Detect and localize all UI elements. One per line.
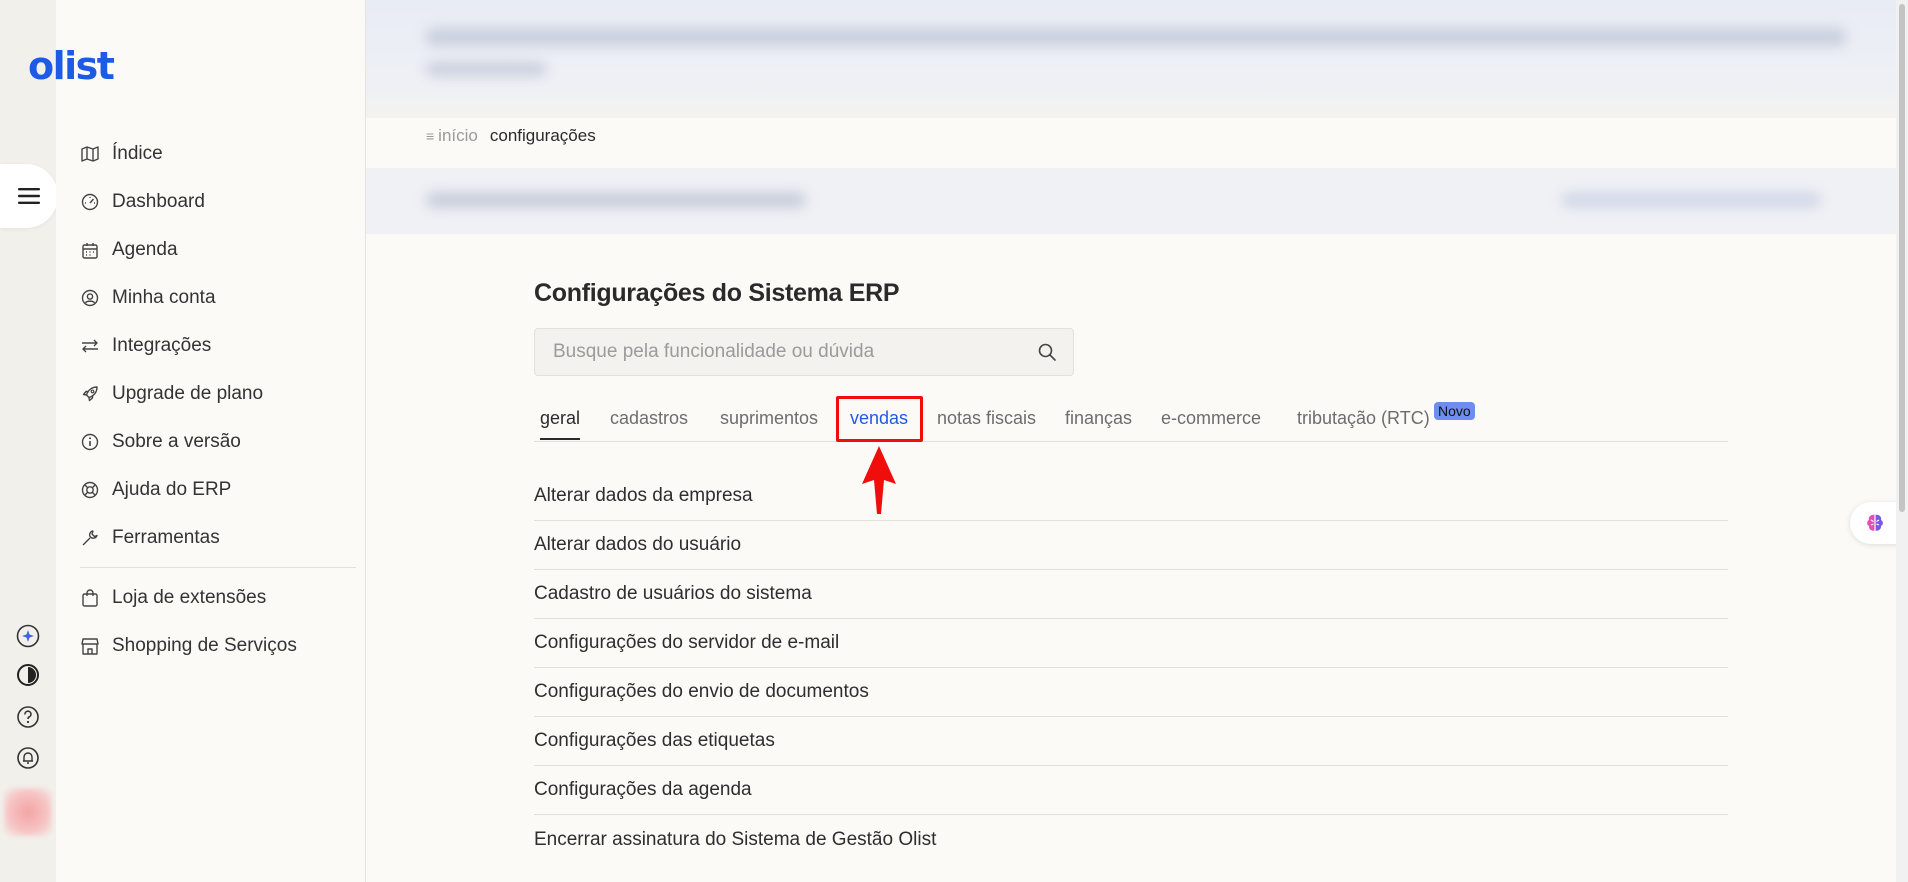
bell-icon[interactable] [16,746,40,770]
tab-e-commerce[interactable]: e-commerce [1161,408,1261,440]
blurred-subheader [366,168,1908,234]
ai-sparkle-icon[interactable] [16,624,40,648]
brain-icon [1867,514,1883,531]
list-item[interactable]: Encerrar assinatura do Sistema de Gestão… [534,815,1728,864]
settings-list: Alterar dados da empresa Alterar dados d… [534,472,1728,864]
top-banner [366,0,1908,118]
help-icon[interactable] [16,705,40,729]
avatar[interactable] [4,788,52,836]
sidebar-item-label: Agenda [112,239,178,260]
sidebar-item-label: Loja de extensões [112,587,267,608]
calendar-icon [80,240,100,260]
sidebar-item-label: Sobre a versão [112,431,241,452]
tab-tributacao[interactable]: tributação (RTC) [1297,408,1430,440]
sidebar-item-shopping-servicos[interactable]: Shopping de Serviços [80,622,350,670]
sidebar-item-minha-conta[interactable]: Minha conta [80,274,350,322]
tab-cadastros[interactable]: cadastros [610,408,688,440]
sidebar-item-upgrade[interactable]: Upgrade de plano [80,370,350,418]
map-icon [80,144,100,164]
list-item[interactable]: Configurações das etiquetas [534,717,1728,766]
blurred-banner-text [426,28,1846,46]
sidebar-divider [80,567,356,568]
sidebar-item-label: Upgrade de plano [112,383,264,404]
list-item[interactable]: Alterar dados da empresa [534,472,1728,521]
search-box [534,328,1074,376]
search-input[interactable] [553,329,1023,375]
list-item[interactable]: Configurações da agenda [534,766,1728,815]
sidebar-item-loja-extensoes[interactable]: Loja de extensões [80,574,350,622]
sidebar-item-ajuda[interactable]: Ajuda do ERP [80,466,350,514]
lifebuoy-icon [80,480,100,500]
contrast-icon[interactable] [16,663,40,687]
blurred-subheader-actions [1561,192,1821,208]
settings-tabs: geral cadastros suprimentos vendas notas… [534,398,1728,442]
user-circle-icon [80,288,100,308]
sidebar-item-label: Shopping de Serviços [112,635,297,656]
highlight-box [836,396,923,442]
sidebar-item-dashboard[interactable]: Dashboard [80,178,350,226]
rocket-icon [80,384,100,404]
olist-logo[interactable]: olist [28,44,115,88]
tab-suprimentos[interactable]: suprimentos [720,408,818,440]
sidebar-item-ferramentas[interactable]: Ferramentas [80,514,350,562]
list-item[interactable]: Configurações do envio de documentos [534,668,1728,717]
tab-financas[interactable]: finanças [1065,408,1132,440]
bag-icon [80,588,100,608]
wrench-icon [80,528,100,548]
new-badge: Novo [1434,402,1475,420]
menu-toggle-button[interactable] [0,164,58,228]
sidebar-item-label: Minha conta [112,287,216,308]
breadcrumb-menu-icon: ≡ [426,128,435,144]
sidebar-item-integracoes[interactable]: Integrações [80,322,350,370]
tab-notas-fiscais[interactable]: notas fiscais [937,408,1036,440]
blurred-banner-text [426,62,546,76]
breadcrumb-current: configurações [489,126,596,145]
info-icon [80,432,100,452]
sidebar: olist Índice Dashboard Agenda Minha cont… [28,0,366,882]
hamburger-icon [18,188,40,204]
store-icon [80,636,100,656]
search-icon[interactable] [1037,342,1057,362]
page-scrollbar[interactable] [1896,0,1908,882]
sidebar-item-indice[interactable]: Índice [80,130,350,178]
sidebar-item-agenda[interactable]: Agenda [80,226,350,274]
list-item[interactable]: Configurações do servidor de e-mail [534,619,1728,668]
arrows-icon [80,336,100,356]
breadcrumb-home-link[interactable]: início [438,126,478,146]
sidebar-item-label: Índice [112,143,163,164]
sidebar-item-sobre[interactable]: Sobre a versão [80,418,350,466]
page-title: Configurações do Sistema ERP [534,279,900,307]
gauge-icon [80,192,100,212]
sidebar-item-label: Ferramentas [112,527,220,548]
list-item[interactable]: Cadastro de usuários do sistema [534,570,1728,619]
sidebar-menu: Índice Dashboard Agenda Minha conta Inte… [80,130,356,670]
left-rail [0,0,58,882]
blurred-subheader-text [426,192,806,208]
sidebar-item-label: Ajuda do ERP [112,479,232,500]
list-item[interactable]: Alterar dados do usuário [534,521,1728,570]
sidebar-item-label: Dashboard [112,191,205,212]
sidebar-item-label: Integrações [112,335,212,356]
tab-geral[interactable]: geral [540,408,581,440]
scrollbar-thumb[interactable] [1899,4,1905,512]
breadcrumb: ≡ início configurações [426,126,596,146]
